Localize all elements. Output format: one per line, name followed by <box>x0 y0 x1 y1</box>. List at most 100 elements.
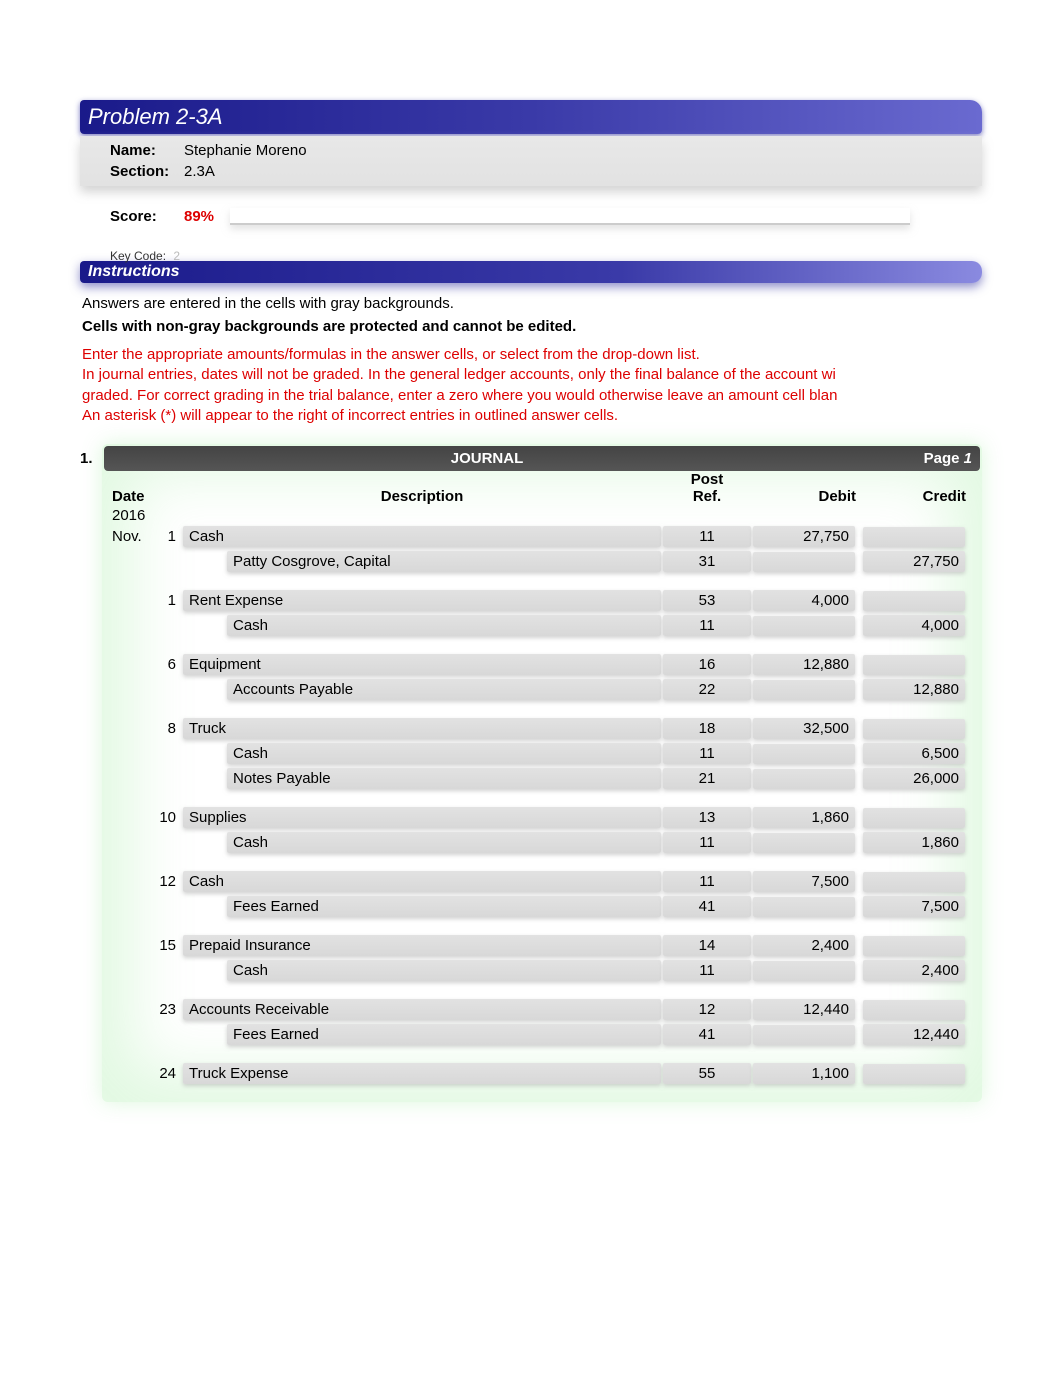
journal-line: 6Equipment1612,880 <box>112 652 972 677</box>
description-cell[interactable]: Cash <box>227 743 661 764</box>
page-number: 1 <box>964 450 972 467</box>
debit-cell[interactable] <box>753 833 855 853</box>
postref-cell[interactable]: 53 <box>663 590 751 611</box>
col-post: Post <box>662 471 752 488</box>
debit-cell[interactable]: 1,100 <box>753 1063 855 1084</box>
postref-cell[interactable]: 31 <box>663 551 751 572</box>
postref-cell[interactable]: 13 <box>663 807 751 828</box>
description-cell[interactable]: Truck <box>183 718 661 739</box>
month-cell: Nov. <box>112 528 156 545</box>
description-cell[interactable]: Fees Earned <box>227 1024 661 1045</box>
postref-cell[interactable]: 41 <box>663 1024 751 1045</box>
credit-cell[interactable]: 1,860 <box>863 832 965 853</box>
debit-cell[interactable] <box>753 897 855 917</box>
day-cell[interactable]: 8 <box>156 720 182 737</box>
credit-cell[interactable] <box>863 591 965 611</box>
postref-cell[interactable]: 12 <box>663 999 751 1020</box>
debit-cell[interactable] <box>753 680 855 700</box>
postref-cell[interactable]: 41 <box>663 896 751 917</box>
postref-cell[interactable]: 11 <box>663 960 751 981</box>
section-value[interactable]: 2.3A <box>184 163 215 180</box>
credit-cell[interactable]: 27,750 <box>863 551 965 572</box>
description-cell[interactable]: Cash <box>227 960 661 981</box>
debit-cell[interactable] <box>753 616 855 636</box>
description-cell[interactable]: Cash <box>183 871 661 892</box>
debit-cell[interactable] <box>753 744 855 764</box>
postref-cell[interactable]: 55 <box>663 1063 751 1084</box>
credit-cell[interactable] <box>863 936 965 956</box>
credit-cell[interactable]: 7,500 <box>863 896 965 917</box>
postref-cell[interactable]: 16 <box>663 654 751 675</box>
journal-line: Cash11 2,400 <box>112 958 972 983</box>
day-cell[interactable]: 6 <box>156 656 182 673</box>
credit-cell[interactable] <box>863 527 965 547</box>
credit-cell[interactable]: 2,400 <box>863 960 965 981</box>
debit-cell[interactable]: 1,860 <box>753 807 855 828</box>
journal-title: JOURNAL <box>112 450 862 467</box>
journal-line: 8Truck1832,500 <box>112 716 972 741</box>
credit-cell[interactable] <box>863 655 965 675</box>
description-cell[interactable]: Rent Expense <box>183 590 661 611</box>
credit-cell[interactable]: 12,880 <box>863 679 965 700</box>
journal-year: 2016 <box>112 507 182 524</box>
day-cell[interactable]: 23 <box>156 1001 182 1018</box>
credit-cell[interactable] <box>863 872 965 892</box>
debit-cell[interactable] <box>753 552 855 572</box>
debit-cell[interactable]: 27,750 <box>753 526 855 547</box>
journal-line: Accounts Payable22 12,880 <box>112 677 972 702</box>
day-cell[interactable]: 12 <box>156 873 182 890</box>
instructions-title: Instructions <box>80 261 982 283</box>
credit-cell[interactable] <box>863 719 965 739</box>
description-cell[interactable]: Accounts Payable <box>227 679 661 700</box>
section-label: Section: <box>110 163 178 180</box>
debit-cell[interactable]: 32,500 <box>753 718 855 739</box>
description-cell[interactable]: Cash <box>227 832 661 853</box>
debit-cell[interactable] <box>753 769 855 789</box>
debit-cell[interactable]: 4,000 <box>753 590 855 611</box>
description-cell[interactable]: Accounts Receivable <box>183 999 661 1020</box>
description-cell[interactable]: Equipment <box>183 654 661 675</box>
description-cell[interactable]: Prepaid Insurance <box>183 935 661 956</box>
description-cell[interactable]: Supplies <box>183 807 661 828</box>
day-cell[interactable]: 1 <box>156 528 182 545</box>
debit-cell[interactable]: 2,400 <box>753 935 855 956</box>
postref-cell[interactable]: 11 <box>663 615 751 636</box>
description-cell[interactable]: Cash <box>183 526 661 547</box>
name-value[interactable]: Stephanie Moreno <box>184 142 307 159</box>
postref-cell[interactable]: 18 <box>663 718 751 739</box>
col-date: Date <box>112 488 182 505</box>
day-cell[interactable]: 1 <box>156 592 182 609</box>
credit-cell[interactable] <box>863 1000 965 1020</box>
instructions-line2: Cells with non-gray backgrounds are prot… <box>82 314 980 345</box>
description-cell[interactable]: Notes Payable <box>227 768 661 789</box>
postref-cell[interactable]: 11 <box>663 832 751 853</box>
debit-cell[interactable]: 12,880 <box>753 654 855 675</box>
journal-line: Cash11 6,500 <box>112 741 972 766</box>
day-cell[interactable]: 24 <box>156 1065 182 1082</box>
description-cell[interactable]: Cash <box>227 615 661 636</box>
postref-cell[interactable]: 21 <box>663 768 751 789</box>
credit-cell[interactable]: 26,000 <box>863 768 965 789</box>
debit-cell[interactable]: 12,440 <box>753 999 855 1020</box>
day-cell[interactable]: 10 <box>156 809 182 826</box>
journal-line: 24Truck Expense551,100 <box>112 1061 972 1086</box>
postref-cell[interactable]: 11 <box>663 871 751 892</box>
postref-cell[interactable]: 11 <box>663 743 751 764</box>
journal-line: Notes Payable21 26,000 <box>112 766 972 791</box>
postref-cell[interactable]: 11 <box>663 526 751 547</box>
day-cell[interactable]: 15 <box>156 937 182 954</box>
postref-cell[interactable]: 22 <box>663 679 751 700</box>
description-cell[interactable]: Patty Cosgrove, Capital <box>227 551 661 572</box>
keycode-label: Key Code: <box>110 249 166 263</box>
credit-cell[interactable]: 4,000 <box>863 615 965 636</box>
description-cell[interactable]: Fees Earned <box>227 896 661 917</box>
description-cell[interactable]: Truck Expense <box>183 1063 661 1084</box>
credit-cell[interactable]: 6,500 <box>863 743 965 764</box>
credit-cell[interactable] <box>863 1064 965 1084</box>
debit-cell[interactable] <box>753 961 855 981</box>
debit-cell[interactable] <box>753 1025 855 1045</box>
debit-cell[interactable]: 7,500 <box>753 871 855 892</box>
credit-cell[interactable] <box>863 808 965 828</box>
credit-cell[interactable]: 12,440 <box>863 1024 965 1045</box>
postref-cell[interactable]: 14 <box>663 935 751 956</box>
